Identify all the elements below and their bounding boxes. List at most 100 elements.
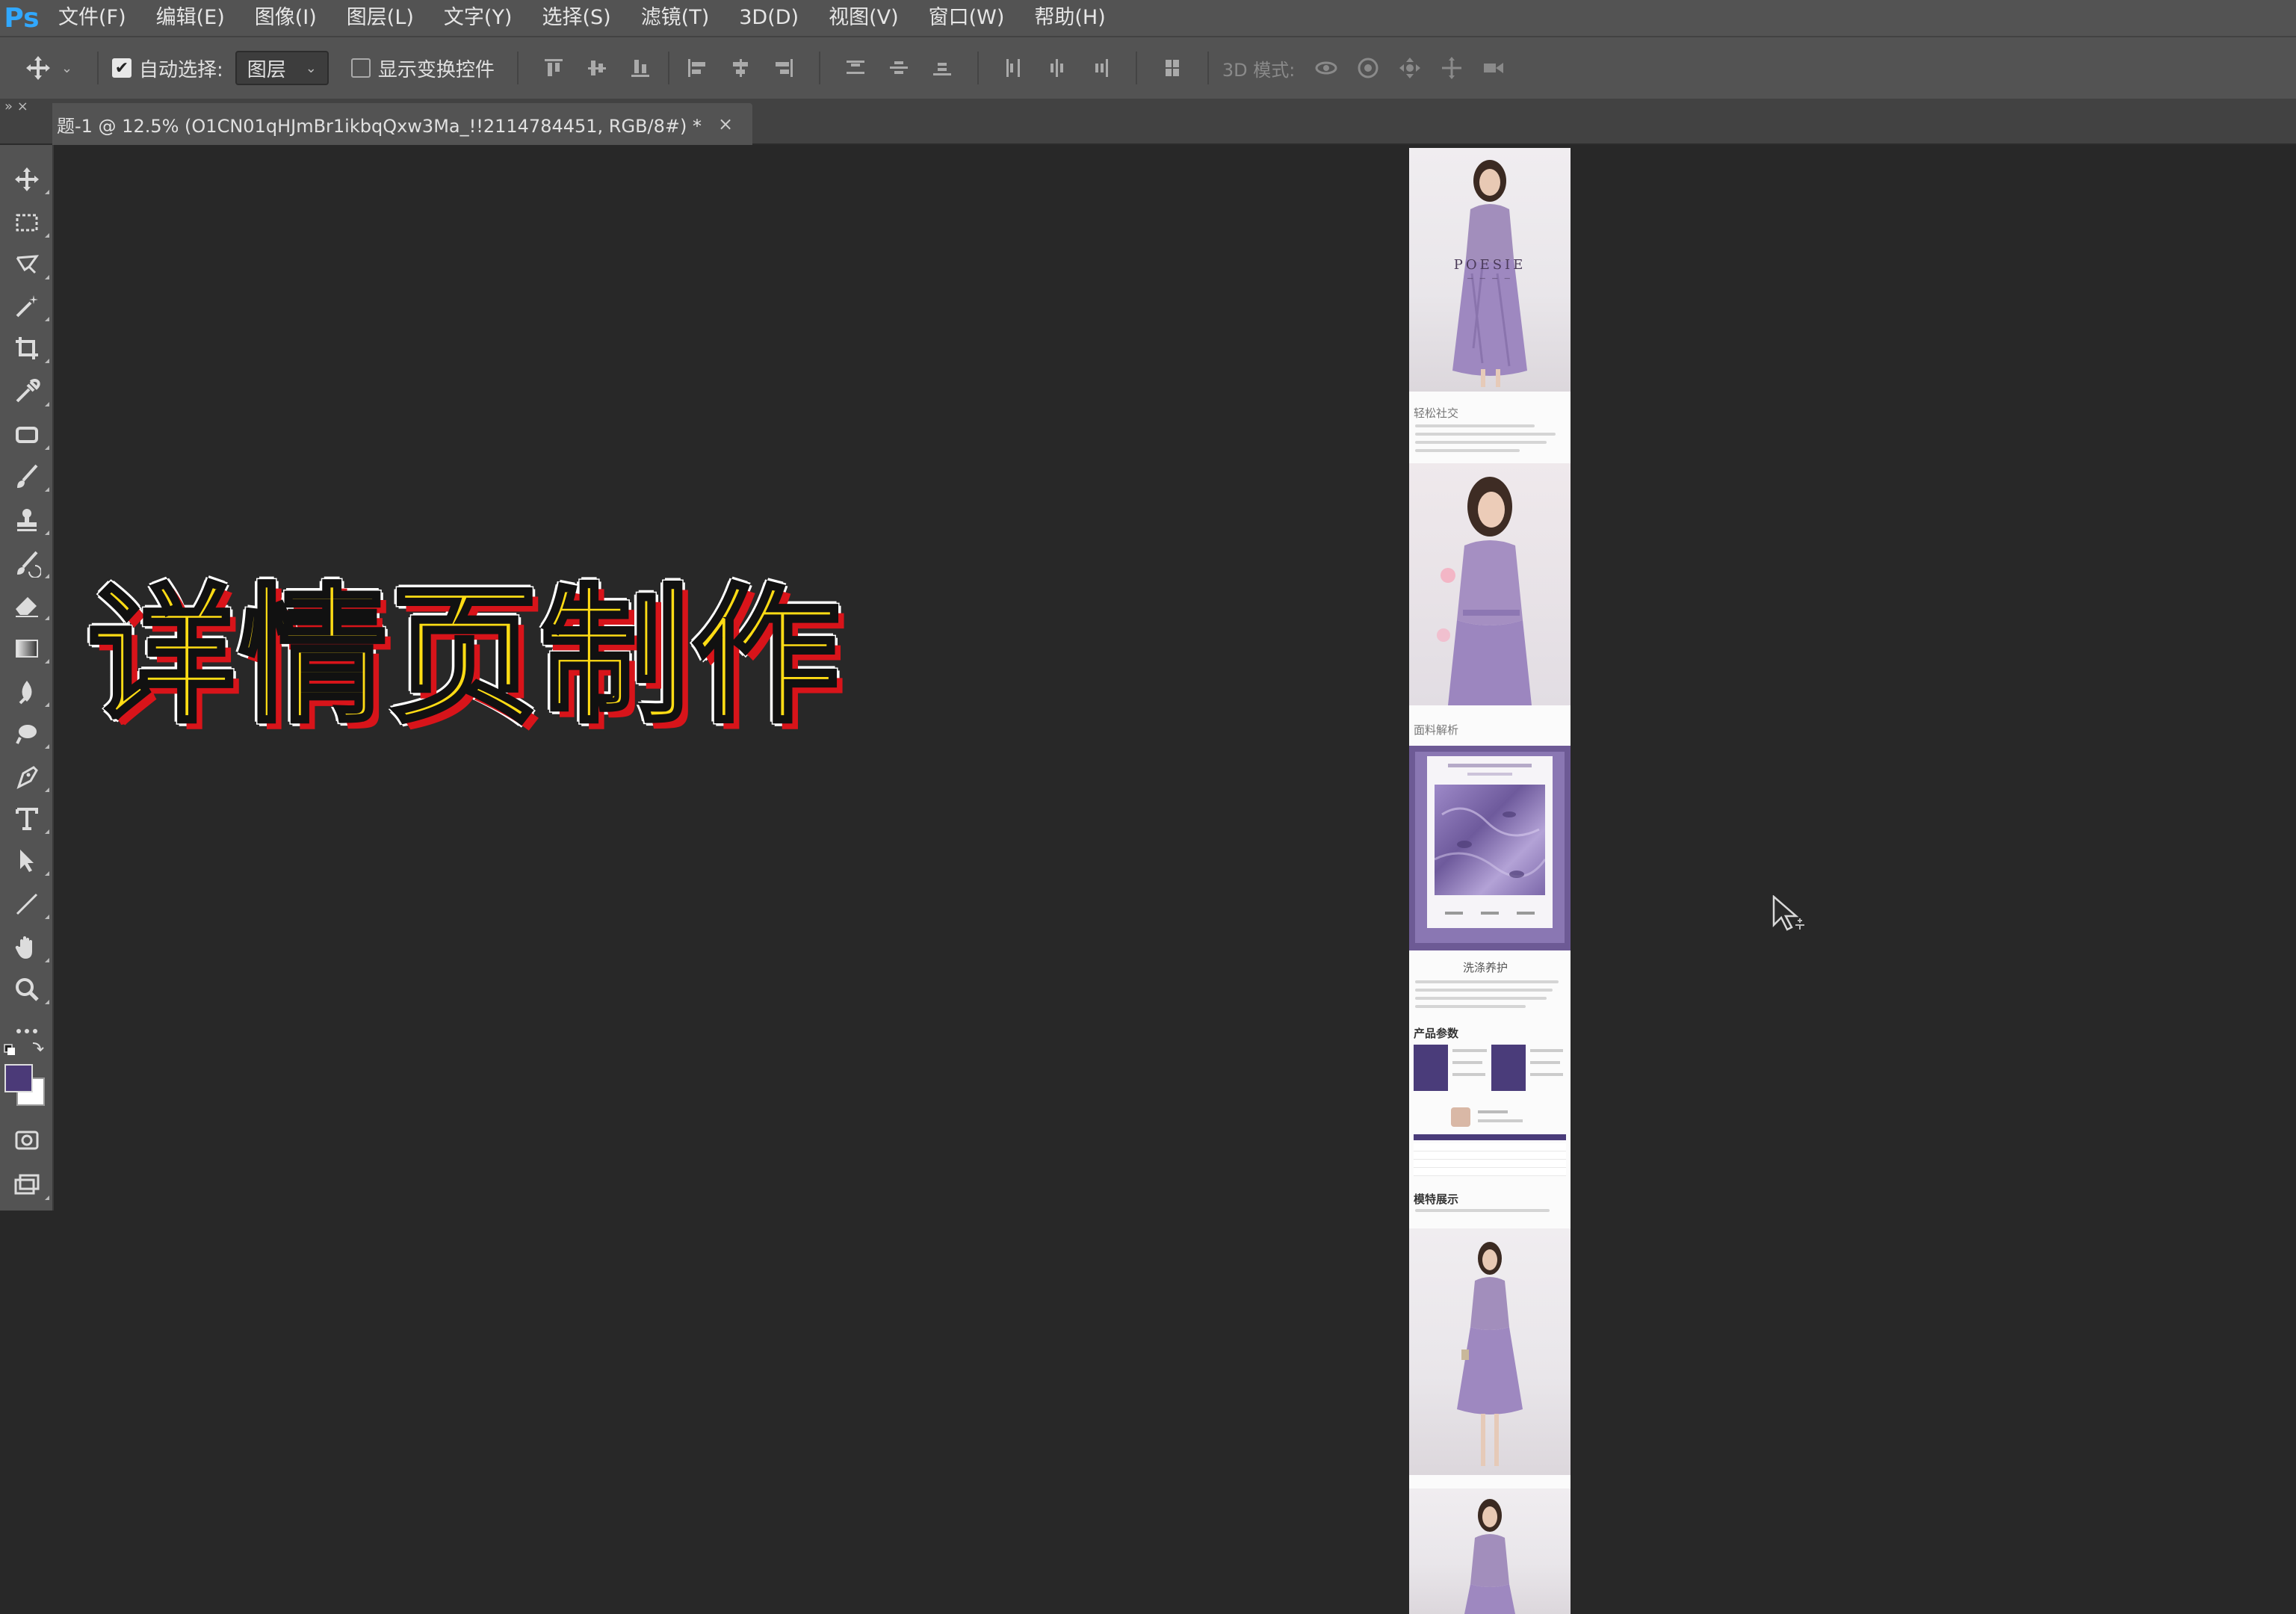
eyedropper-tool-icon[interactable] <box>0 372 54 411</box>
section-header: 模特展示 <box>1414 1193 1459 1206</box>
menu-type[interactable]: 文字(Y) <box>429 0 527 36</box>
gradient-tool-icon[interactable] <box>0 629 54 668</box>
menu-layer[interactable]: 图层(L) <box>332 0 429 36</box>
distribute-left-icon[interactable] <box>992 37 1036 99</box>
model-photo-4 <box>1409 1488 1571 1614</box>
align-horizontal-center-icon[interactable] <box>719 37 762 99</box>
auto-select-label: 自动选择: <box>139 58 223 81</box>
document-tab[interactable]: 题-1 @ 12.5% (O1CN01qHJmBr1ikbqQxw3Ma_!!2… <box>52 103 753 145</box>
brush-tool-icon[interactable] <box>0 457 54 496</box>
marquee-tool-icon[interactable] <box>0 203 54 242</box>
magic-wand-tool-icon[interactable] <box>0 287 54 326</box>
overlay-caption: 详情页制作 <box>87 569 843 745</box>
distribute-horizontal-center-icon[interactable] <box>1036 37 1079 99</box>
menu-edit[interactable]: 编辑(E) <box>141 0 240 36</box>
3d-slide-icon[interactable] <box>1431 37 1473 99</box>
3d-mode-label: 3D 模式: <box>1222 59 1296 81</box>
divider <box>1135 52 1137 84</box>
distribute-bottom-icon[interactable] <box>920 37 964 99</box>
text-block <box>1415 980 1565 1013</box>
auto-select-target-dropdown[interactable]: 图层 ⌄ <box>235 51 329 85</box>
model-photo-2 <box>1409 463 1571 705</box>
size-table-header <box>1414 1134 1566 1140</box>
history-brush-tool-icon[interactable] <box>0 544 54 583</box>
model-figure-icon <box>1457 1242 1523 1466</box>
tools-panel <box>0 145 54 1210</box>
align-bottom-icon[interactable] <box>619 37 662 99</box>
frame-tool-icon[interactable] <box>0 415 54 454</box>
model-photo-3 <box>1409 1228 1571 1475</box>
divider <box>97 52 99 84</box>
menu-view[interactable]: 视图(V) <box>814 0 914 36</box>
fabric-texture-icon <box>1435 807 1545 878</box>
show-transform-label: 显示变换控件 <box>377 58 495 81</box>
3d-pan-icon[interactable] <box>1389 37 1431 99</box>
model-thumbnail <box>1451 1107 1470 1127</box>
eraser-tool-icon[interactable] <box>0 586 54 625</box>
type-tool-icon[interactable] <box>0 800 54 838</box>
crop-tool-icon[interactable] <box>0 329 54 368</box>
move-tool-icon[interactable] <box>15 37 61 99</box>
menu-help[interactable]: 帮助(H) <box>1019 0 1120 36</box>
model-figure-icon <box>1437 477 1532 705</box>
dodge-tool-icon[interactable] <box>0 714 54 753</box>
distribute-right-icon[interactable] <box>1079 37 1122 99</box>
document-tab-bar: » × 题-1 @ 12.5% (O1CN01qHJmBr1ikbqQxw3Ma… <box>0 99 2296 145</box>
quick-mask-icon[interactable] <box>0 1121 54 1160</box>
divider <box>1207 52 1209 84</box>
collapse-panels-icon[interactable]: » × <box>0 99 51 121</box>
auto-select-checkbox[interactable]: ✔ <box>112 58 131 78</box>
options-bar: ⌄ ✔ 自动选择: 图层 ⌄ 显示变换控件 3D 模式: <box>0 36 2296 99</box>
model-figure-icon <box>1464 1499 1515 1614</box>
align-top-icon[interactable] <box>532 37 575 99</box>
blur-tool-icon[interactable] <box>0 672 54 711</box>
menu-bar: Ps 文件(F) 编辑(E) 图像(I) 图层(L) 文字(Y) 选择(S) 滤… <box>0 0 2296 36</box>
lasso-tool-icon[interactable] <box>0 245 54 284</box>
distribute-vertical-center-icon[interactable] <box>877 37 920 99</box>
divider <box>667 52 669 84</box>
menu-image[interactable]: 图像(I) <box>240 0 332 36</box>
3d-roll-icon[interactable] <box>1347 37 1389 99</box>
tool-preset-chevron-icon[interactable]: ⌄ <box>61 37 84 99</box>
align-right-icon[interactable] <box>762 37 805 99</box>
move-tool-icon[interactable] <box>0 160 54 199</box>
brand-sub-decor: — — — — <box>1467 275 1513 282</box>
mouse-cursor-icon <box>1772 895 1804 931</box>
menu-3d[interactable]: 3D(D) <box>724 0 814 36</box>
swap-colors-icon[interactable] <box>3 1037 51 1060</box>
line-tool-icon[interactable] <box>0 885 54 924</box>
close-icon[interactable]: × <box>718 114 733 134</box>
foreground-color-swatch[interactable] <box>4 1064 33 1092</box>
menu-window[interactable]: 窗口(W) <box>914 0 1020 36</box>
chevron-down-icon: ⌄ <box>305 60 317 76</box>
divider <box>977 52 979 84</box>
text-block <box>1415 424 1565 457</box>
menu-filter[interactable]: 滤镜(T) <box>626 0 725 36</box>
stamp-tool-icon[interactable] <box>0 501 54 539</box>
document-tab-label: 题-1 @ 12.5% (O1CN01qHJmBr1ikbqQxw3Ma_!!2… <box>57 115 702 137</box>
align-left-icon[interactable] <box>675 37 719 99</box>
pen-tool-icon[interactable] <box>0 758 54 797</box>
align-vertical-center-icon[interactable] <box>575 37 619 99</box>
show-transform-checkbox[interactable] <box>350 58 371 78</box>
auto-select-option: ✔ 自动选择: <box>112 37 223 99</box>
screen-mode-icon[interactable] <box>0 1166 54 1205</box>
section-header: 洗涤养护 <box>1463 961 1509 974</box>
zoom-tool-icon[interactable] <box>0 970 54 1009</box>
3d-scale-icon[interactable] <box>1473 37 1514 99</box>
path-selection-tool-icon[interactable] <box>0 841 54 880</box>
section-header: 产品参数 <box>1414 1027 1459 1040</box>
section-header: 面料解析 <box>1414 723 1459 737</box>
fabric-panel <box>1409 746 1571 950</box>
menu-file[interactable]: 文件(F) <box>43 0 141 36</box>
hand-tool-icon[interactable] <box>0 928 54 967</box>
canvas-area[interactable] <box>55 146 2296 1614</box>
show-transform-option: 显示变换控件 <box>350 37 495 99</box>
distribute-top-icon[interactable] <box>834 37 877 99</box>
auto-align-layers-icon[interactable] <box>1151 37 1194 99</box>
3d-orbit-icon[interactable] <box>1305 37 1347 99</box>
document-canvas[interactable]: POESIE — — — — 轻松社交 面料解析 洗涤养护 产品参数 模特展示 <box>1409 148 1571 1614</box>
photoshop-logo[interactable]: Ps <box>0 0 43 36</box>
text-block <box>1415 1209 1565 1217</box>
menu-select[interactable]: 选择(S) <box>527 0 625 36</box>
